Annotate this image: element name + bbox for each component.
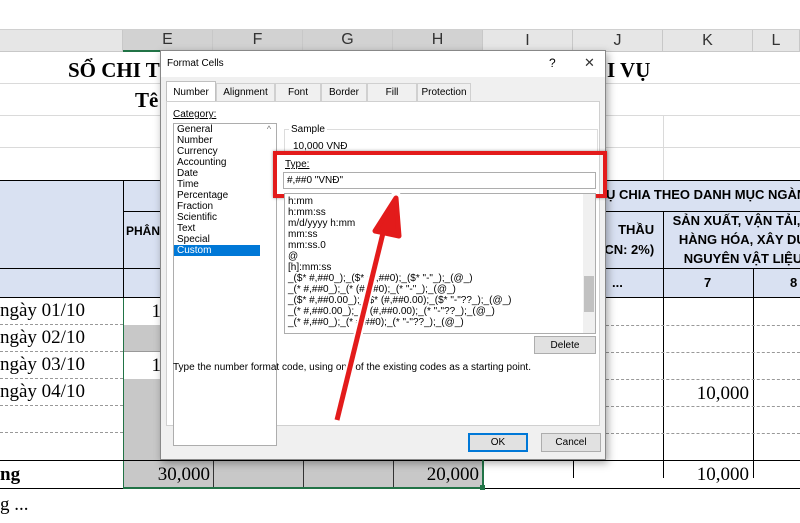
- arrow-annotation-icon: [332, 190, 406, 422]
